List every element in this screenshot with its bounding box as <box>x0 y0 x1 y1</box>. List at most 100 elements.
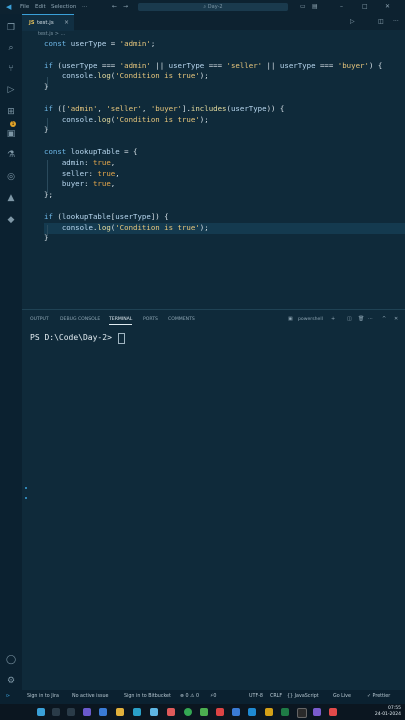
excel-icon[interactable] <box>281 708 289 716</box>
atlassian-icon[interactable]: ▲ <box>5 192 17 204</box>
app-icon[interactable] <box>167 708 175 716</box>
app-icon[interactable] <box>329 708 337 716</box>
maximize-icon[interactable]: □ <box>362 3 368 10</box>
app-icon[interactable] <box>150 708 158 716</box>
code-line: seller: true, <box>61 168 120 178</box>
terminal-icon: ▣ <box>288 316 293 322</box>
code-line: console.log('Condition is true'); <box>61 114 209 124</box>
vscode-taskbar-icon[interactable] <box>248 708 256 716</box>
panel-toggle-icon[interactable]: ▤ <box>312 3 318 10</box>
menu-more[interactable]: ··· <box>82 4 87 10</box>
more-icon[interactable]: ··· <box>368 316 373 322</box>
code-line: if (lookupTable[userType]) { <box>44 211 169 221</box>
windows-start-icon[interactable] <box>37 708 45 716</box>
javascript-file-icon: JS <box>29 20 35 26</box>
remote-explorer-icon[interactable]: ▣ <box>5 128 17 140</box>
run-icon[interactable]: ▷ <box>350 18 355 25</box>
code-line: buyer: true, <box>61 179 116 189</box>
source-control-icon[interactable]: ⑂ <box>5 63 17 75</box>
docker-icon[interactable]: ◆ <box>5 214 17 226</box>
app-icon[interactable] <box>297 708 307 718</box>
activity-bar: ❐ ⌕ ⑂ ▷ ⊞ 1 ▣ ⚗ ◎ ▲ ◆ ◯ ⚙ <box>0 14 22 704</box>
more-actions-icon[interactable]: ··· <box>393 18 399 25</box>
extensions-icon[interactable]: ⊞ <box>5 106 17 118</box>
app-icon[interactable] <box>133 708 141 716</box>
tab-debug-console[interactable]: DEBUG CONSOLE <box>60 317 100 322</box>
app-icon[interactable] <box>313 708 321 716</box>
status-encoding[interactable]: UTF-8 <box>249 694 263 699</box>
remote-icon[interactable]: ⊳ <box>6 694 10 699</box>
split-terminal-icon[interactable]: ◫ <box>347 316 352 322</box>
status-jira[interactable]: Sign in to Jira <box>27 694 59 699</box>
file-explorer-icon[interactable] <box>116 708 124 716</box>
maximize-panel-icon[interactable]: ^ <box>382 316 386 322</box>
task-view-icon[interactable] <box>67 708 75 716</box>
status-bar: ⊳ Sign in to Jira No active issue Sign i… <box>0 690 405 704</box>
settings-gear-icon[interactable]: ⚙ <box>5 675 17 687</box>
code-content[interactable]: const userType = 'admin'; if (userType =… <box>44 39 382 244</box>
status-problems[interactable]: ⊗ 0 ⚠ 0 <box>180 694 199 699</box>
minimize-icon[interactable]: – <box>340 3 343 10</box>
code-line: const userType = 'admin'; <box>44 39 156 48</box>
editor-tabs: JS test.js × <box>22 14 405 31</box>
explorer-icon[interactable]: ❐ <box>5 22 17 34</box>
menu-selection[interactable]: Selection <box>51 4 76 10</box>
code-line: console.log('Condition is true'); <box>61 222 209 232</box>
app-icon[interactable] <box>99 708 107 716</box>
status-bitbucket[interactable]: Sign in to Bitbucket <box>124 694 171 699</box>
extensions-badge: 1 <box>10 121 16 127</box>
status-issue[interactable]: No active issue <box>72 694 108 699</box>
tab-test-js[interactable]: JS test.js × <box>22 14 74 31</box>
search-label: Day-2 <box>207 4 223 10</box>
run-debug-icon[interactable]: ▷ <box>5 84 17 96</box>
chrome-icon[interactable] <box>184 708 192 716</box>
close-panel-icon[interactable]: ✕ <box>394 316 398 322</box>
menu-file[interactable]: File <box>20 4 29 10</box>
layout-icon[interactable]: ▭ <box>300 3 306 10</box>
shell-name[interactable]: powershell <box>298 317 323 322</box>
tab-terminal[interactable]: TERMINAL <box>109 317 133 325</box>
tab-comments[interactable]: COMMENTS <box>168 317 195 322</box>
panel-tab-bar: OUTPUT DEBUG CONSOLE TERMINAL PORTS COMM… <box>22 309 405 330</box>
tab-ports[interactable]: PORTS <box>143 317 158 322</box>
status-go-live[interactable]: Go Live <box>333 694 351 699</box>
split-editor-icon[interactable]: ◫ <box>378 18 384 25</box>
close-window-icon[interactable]: ✕ <box>385 3 390 10</box>
status-language[interactable]: {} JavaScript <box>287 694 319 699</box>
search-icon[interactable] <box>52 708 60 716</box>
app-icon[interactable] <box>216 708 224 716</box>
status-prettier[interactable]: ✓ Prettier <box>367 694 390 699</box>
code-line: if (userType === 'admin' || userType ===… <box>44 60 383 70</box>
trash-icon[interactable]: 🗑 <box>358 316 364 322</box>
back-arrow-icon[interactable]: ← <box>112 3 117 10</box>
account-icon[interactable]: ◯ <box>5 654 17 666</box>
app-icon[interactable] <box>265 708 273 716</box>
tab-label: test.js <box>37 20 54 26</box>
status-ports[interactable]: ⚡0 <box>210 694 216 699</box>
code-line: } <box>44 233 49 243</box>
app-icon[interactable] <box>200 708 208 716</box>
testing-icon[interactable]: ⚗ <box>5 149 17 161</box>
code-line: const lookupTable = { <box>44 146 138 156</box>
search-icon[interactable]: ⌕ <box>5 42 17 54</box>
scroll-marker <box>25 497 27 499</box>
code-line: if (['admin', 'seller', 'buyer'].include… <box>44 103 285 113</box>
tab-output[interactable]: OUTPUT <box>30 317 49 322</box>
terminal-area[interactable] <box>22 330 405 686</box>
new-terminal-icon[interactable]: + <box>331 316 335 322</box>
terminal-cursor <box>118 333 125 344</box>
command-center-search[interactable]: ⌕ Day-2 <box>138 3 288 11</box>
app-icon[interactable] <box>232 708 240 716</box>
system-clock[interactable]: 07:55 24-01-2024 <box>375 706 401 718</box>
close-tab-icon[interactable]: × <box>64 19 69 26</box>
code-line: } <box>44 125 49 135</box>
forward-arrow-icon[interactable]: → <box>123 3 128 10</box>
status-eol[interactable]: CRLF <box>270 694 282 699</box>
gitlens-icon[interactable]: ◎ <box>5 171 17 183</box>
menu-edit[interactable]: Edit <box>35 4 46 10</box>
app-icon[interactable] <box>83 708 91 716</box>
terminal-prompt: PS D:\Code\Day-2> <box>30 333 112 342</box>
